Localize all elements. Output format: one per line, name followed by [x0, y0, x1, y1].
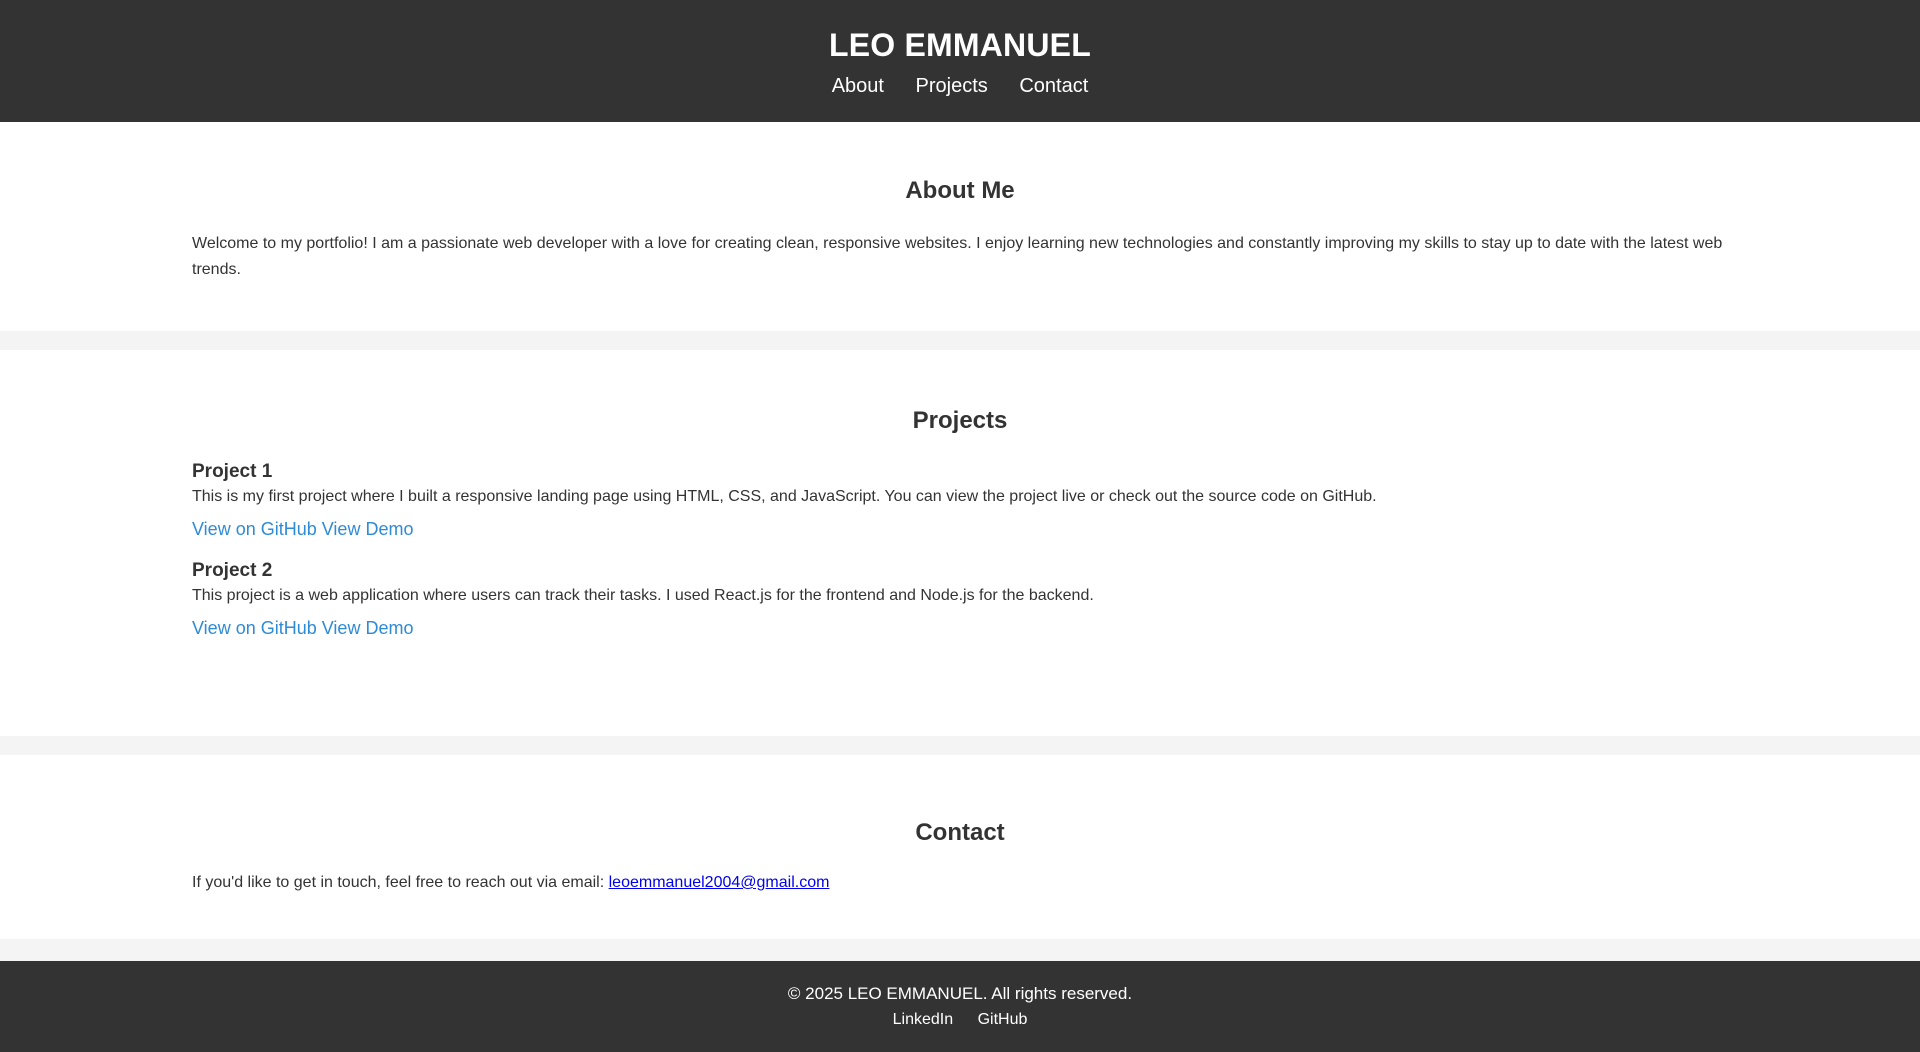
about-heading: About Me	[905, 177, 1015, 204]
project-description: This is my first project where I built a…	[192, 488, 1377, 505]
contact-text: If you'd like to get in touch, feel free…	[192, 870, 1728, 896]
site-title: LEO EMMANUEL	[829, 27, 1091, 63]
about-section: About Me Welcome to my portfolio! I am a…	[0, 122, 1920, 331]
footer-link-github[interactable]: GitHub	[978, 1011, 1028, 1028]
projects-section: Projects Project 1 This is my first proj…	[0, 350, 1920, 736]
projects-heading: Projects	[912, 407, 1008, 434]
nav-link-contact[interactable]: Contact	[1019, 75, 1088, 97]
email-link[interactable]: leoemmanuel2004@gmail.com	[609, 874, 830, 891]
project-card-2: Project 2 This project is a web applicat…	[192, 559, 1728, 639]
project-links: View on GitHub View Demo	[192, 518, 1728, 540]
site-footer: © 2025 LEO EMMANUEL. All rights reserved…	[0, 961, 1920, 1052]
project-2-github-link[interactable]: View on GitHub	[192, 618, 317, 638]
contact-section: Contact If you'd like to get in touch, f…	[0, 755, 1920, 939]
copyright-text: © 2025 LEO EMMANUEL. All rights reserved…	[787, 984, 1133, 1003]
main-nav: About Projects Contact	[0, 74, 1920, 98]
contact-intro: If you'd like to get in touch, feel free…	[192, 874, 605, 891]
footer-link-linkedin[interactable]: LinkedIn	[893, 1011, 954, 1028]
project-1-github-link[interactable]: View on GitHub	[192, 519, 317, 539]
about-text: Welcome to my portfolio! I am a passiona…	[192, 235, 1723, 278]
project-description: This project is a web application where …	[192, 587, 1094, 604]
project-links: View on GitHub View Demo	[192, 617, 1728, 639]
project-card-1: Project 1 This is my first project where…	[192, 460, 1728, 540]
social-links: LinkedIn GitHub	[0, 1009, 1920, 1031]
contact-heading: Contact	[915, 819, 1005, 846]
site-header: LEO EMMANUEL About Projects Contact	[0, 0, 1920, 122]
nav-link-about[interactable]: About	[832, 75, 884, 97]
project-title: Project 2	[192, 560, 273, 581]
project-1-demo-link[interactable]: View Demo	[322, 519, 414, 539]
project-title: Project 1	[192, 461, 273, 482]
project-2-demo-link[interactable]: View Demo	[322, 618, 414, 638]
nav-link-projects[interactable]: Projects	[916, 75, 988, 97]
